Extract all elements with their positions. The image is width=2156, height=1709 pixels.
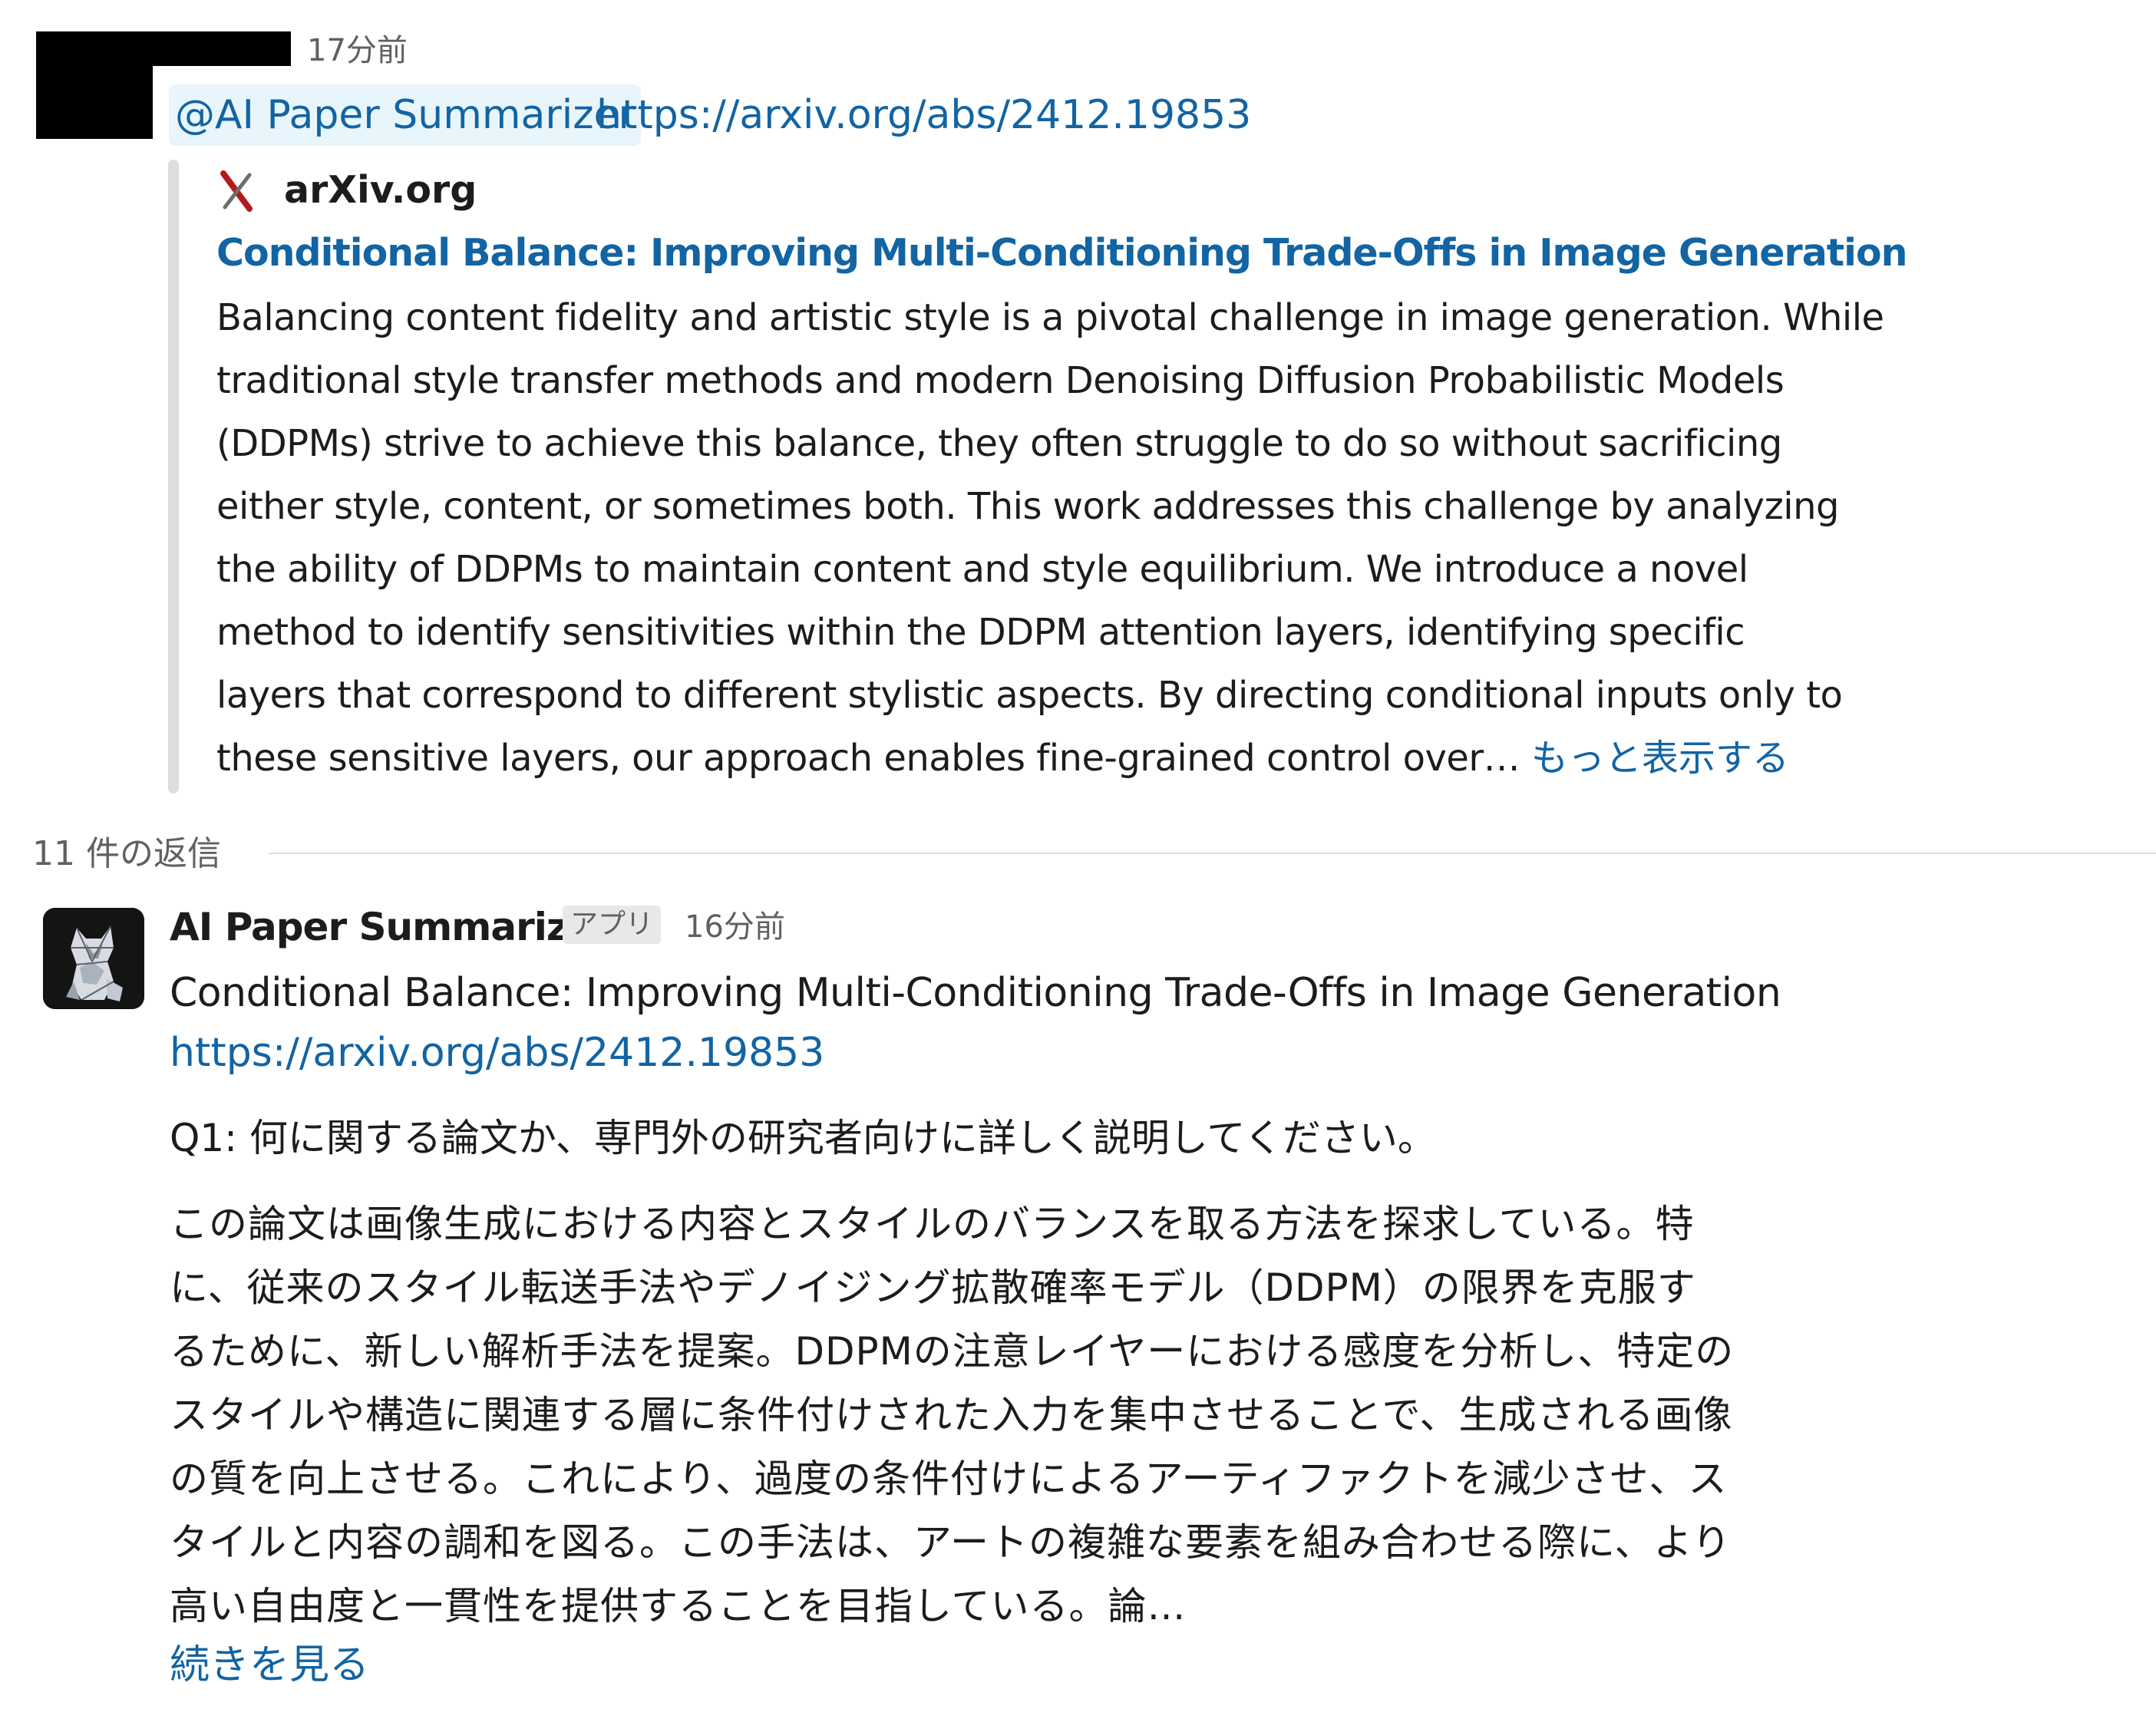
thread-divider xyxy=(269,853,2156,854)
reply-answer-line: に、従来のスタイル転送手法やデノイジング拡散確率モデル（DDPM）の限界を克服す xyxy=(170,1265,1696,1310)
reply-answer-line: スタイルや構造に関連する層に条件付けされた入力を集中させることで、生成される画像 xyxy=(170,1393,1733,1437)
reply-question: Q1: 何に関する論文か、専門外の研究者向けに詳しく説明してください。 xyxy=(170,1116,1436,1160)
reply-timestamp[interactable]: 16分前 xyxy=(685,908,785,946)
show-more-link[interactable]: もっと表示する xyxy=(1531,737,1789,780)
unfurl-description-last-line: these sensitive layers, our approach ena… xyxy=(216,734,2005,783)
unfurl-description-line: these sensitive layers, our approach ena… xyxy=(216,737,1520,780)
reply-answer-line: この論文は画像生成における内容とスタイルのバランスを取る方法を探求している。特 xyxy=(170,1202,1695,1246)
reply-paper-title: Conditional Balance: Improving Multi-Con… xyxy=(170,970,1781,1016)
reply-answer-line: 高い自由度と一貫性を提供することを目指している。論… xyxy=(170,1584,1187,1628)
unfurl-site-name: arXiv.org xyxy=(284,168,477,212)
attachment-bar xyxy=(168,160,179,793)
crystal-cat-avatar-icon xyxy=(43,908,144,1009)
reply-answer-line: るために、新しい解析手法を提案。DDPMの注意レイヤーにおける感度を分析し、特定… xyxy=(170,1329,1735,1374)
app-badge: アプリ xyxy=(563,906,662,944)
message-link[interactable]: https://arxiv.org/abs/2412.19853 xyxy=(596,84,1251,146)
bot-avatar[interactable] xyxy=(43,908,144,1009)
redacted-avatar xyxy=(36,66,153,139)
see-more-link[interactable]: 続きを見る xyxy=(170,1638,369,1692)
unfurl-description-line: Balancing content fidelity and artistic … xyxy=(216,296,1884,339)
reply-author-name[interactable]: AI Paper Summarizer xyxy=(170,902,612,952)
unfurl-title-link[interactable]: Conditional Balance: Improving Multi-Con… xyxy=(216,229,1908,278)
reply-answer-line: タイルと内容の調和を図る。この手法は、アートの複雑な要素を組み合わせる際に、より xyxy=(170,1520,1732,1565)
unfurl-description-line: (DDPMs) strive to achieve this balance, … xyxy=(216,422,1782,465)
thread-reply-count: 11 件の返信 xyxy=(32,834,221,873)
arxiv-logo-icon xyxy=(220,170,253,212)
user-mention[interactable]: @AI Paper Summarizer xyxy=(169,84,641,146)
reply-link[interactable]: https://arxiv.org/abs/2412.19853 xyxy=(170,1025,824,1080)
unfurl-description-line: either style, content, or sometimes both… xyxy=(216,485,1840,528)
unfurl-description-line: traditional style transfer methods and m… xyxy=(216,359,1785,402)
unfurl-description-line: method to identify sensitivities within … xyxy=(216,611,1745,654)
unfurl-description-line: the ability of DDPMs to maintain content… xyxy=(216,548,1748,591)
unfurl-description-line: layers that correspond to different styl… xyxy=(216,674,1843,717)
redacted-avatar-name xyxy=(36,31,291,66)
message-timestamp[interactable]: 17分前 xyxy=(307,32,408,69)
reply-answer-line: の質を向上させる。これにより、過度の条件付けによるアーティファクトを減少させ、ス xyxy=(170,1457,1728,1501)
